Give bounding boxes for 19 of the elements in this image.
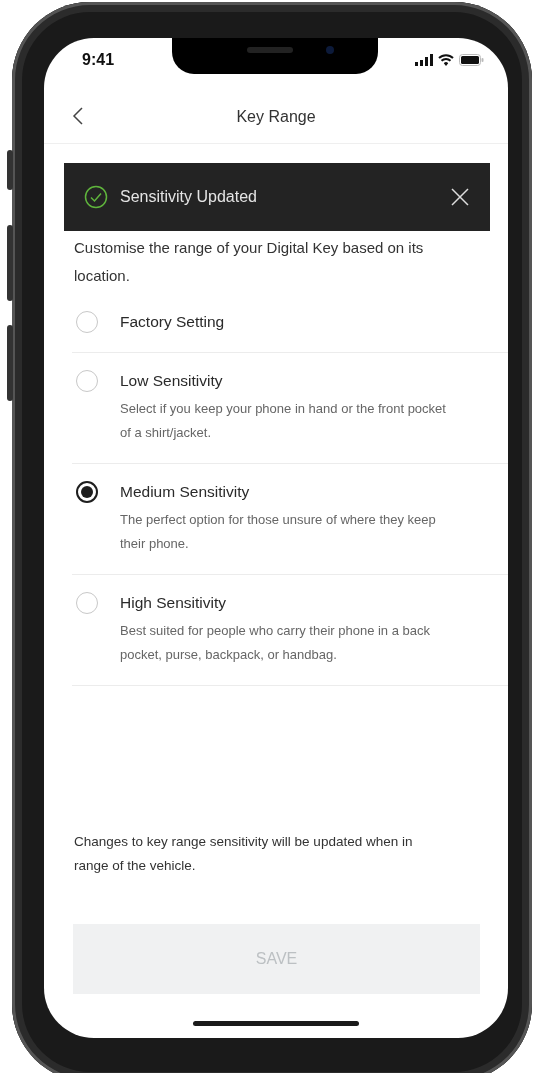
radio-button[interactable] [76, 481, 98, 503]
option-description: Select if you keep your phone in hand or the front pocket of a shirt/jacket. [120, 400, 447, 442]
wifi-icon [438, 54, 454, 66]
option-title: Factory Setting [120, 312, 225, 332]
check-circle-icon [84, 185, 108, 209]
status-time: 9:41 [82, 51, 115, 69]
back-icon[interactable] [72, 107, 84, 125]
close-icon[interactable] [450, 187, 470, 207]
intro-text: Customise the range of your Digital Key based on its location. [74, 238, 425, 286]
option-description: Best suited for people who carry their phone in a back pocket, purse, backpack, or handbag. [120, 622, 431, 664]
option-title: Medium Sensitivity [120, 482, 251, 502]
option-description: The perfect option for those unsure of where they keep their phone. [120, 511, 437, 553]
signal-icon [415, 54, 433, 66]
option-title: High Sensitivity [120, 593, 227, 613]
option-title: Low Sensitivity [120, 371, 224, 391]
footer-note: Changes to key range sensitivity will be updated when in range of the vehicle. [74, 833, 414, 875]
battery-icon [459, 54, 484, 66]
toast-message: Sensitivity Updated [120, 188, 258, 206]
screen-title: Key Range [236, 107, 316, 126]
